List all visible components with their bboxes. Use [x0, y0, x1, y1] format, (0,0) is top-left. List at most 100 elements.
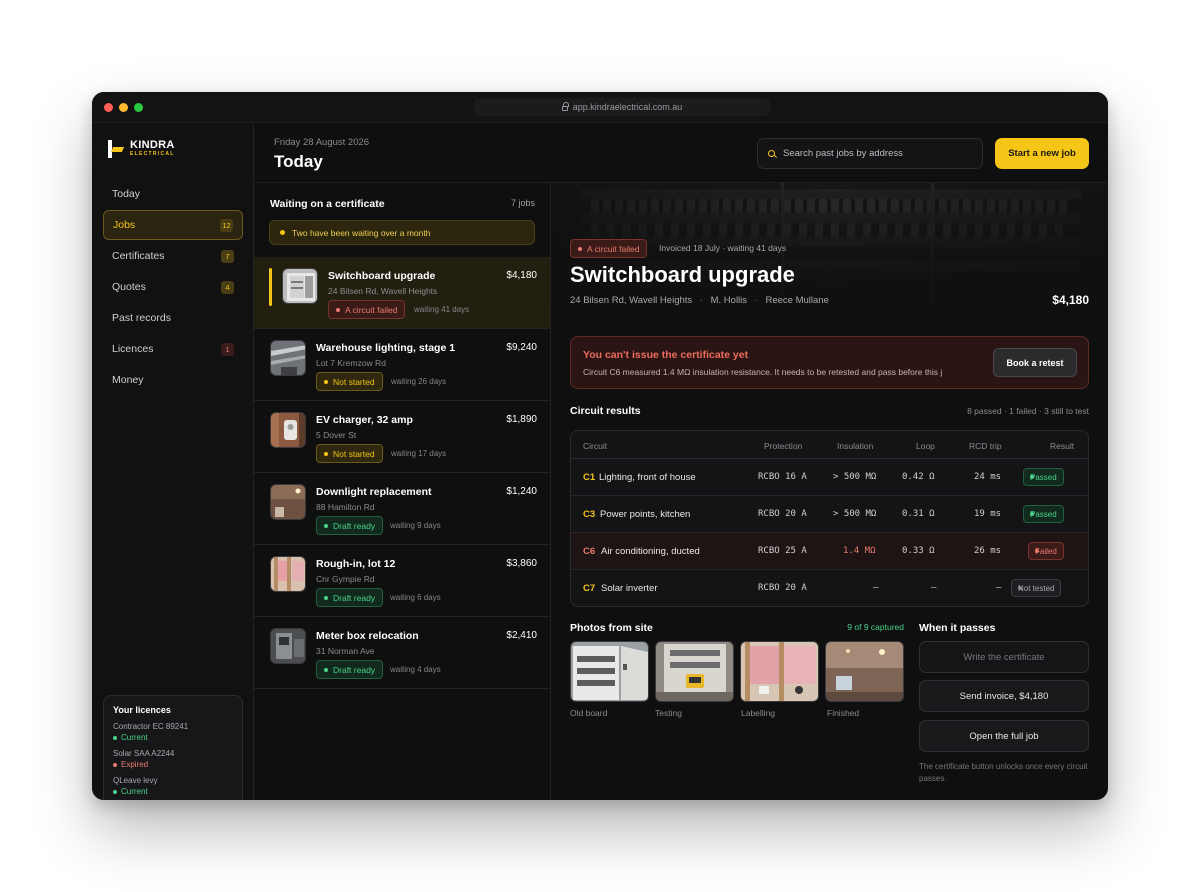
loop-value: —: [931, 583, 937, 593]
status-badge: Not started: [316, 372, 383, 391]
rcd-value: 24 ms: [974, 472, 1002, 482]
site-photo[interactable]: [825, 641, 904, 702]
waiting-banner: Two have been waiting over a month: [269, 220, 535, 245]
job-row-meter-box-relocation[interactable]: Meter box relocation 31 Norman Ave $2,41…: [254, 617, 550, 689]
when-it-passes-title: When it passes: [919, 622, 996, 634]
licence-status-text: Expired: [121, 760, 149, 769]
job-hero-image: A circuit failed Invoiced 18 July · wait…: [551, 183, 1108, 323]
protection-value: RCBO 25 A: [758, 546, 807, 556]
top-bar: Friday 28 August 2026 Today Search past …: [254, 123, 1108, 183]
search-icon: [768, 150, 775, 157]
protection-value: RCBO 20 A: [758, 583, 807, 593]
job-price: $2,410: [506, 630, 537, 641]
circuit-id: C7: [583, 583, 596, 594]
waiting-time: waiting 26 days: [391, 377, 447, 386]
licences-card[interactable]: Your licences Contractor EC 89241 Curren…: [103, 695, 243, 800]
address-bar[interactable]: app.kindraelectrical.com.au: [474, 98, 770, 116]
circuit-name: Power points, kitchen: [600, 509, 691, 520]
licence-status-text: Current: [121, 733, 148, 742]
sidebar: KINDRA ELECTRICAL Today Jobs 12 Certifica…: [92, 123, 254, 800]
count-badge: 12: [220, 218, 233, 232]
rcd-value: 26 ms: [974, 546, 1002, 556]
status-dot-icon: [1030, 475, 1034, 479]
licence-status: Current: [113, 733, 233, 742]
job-row-switchboard-upgrade[interactable]: Switchboard upgrade 24 Bilsen Rd, Wavell…: [254, 257, 550, 329]
sidebar-item-today[interactable]: Today: [103, 179, 243, 209]
loop-value: 0.31 Ω: [902, 509, 935, 519]
separator: ·: [699, 295, 703, 306]
site-photo[interactable]: [740, 641, 819, 702]
sidebar-item-quotes[interactable]: Quotes 4: [103, 272, 243, 302]
result-badge: Failed: [1028, 542, 1064, 560]
status-dot-icon: [113, 789, 117, 794]
waiting-time: waiting 41 days: [414, 305, 470, 314]
sidebar-item-past-records[interactable]: Past records: [103, 303, 243, 333]
status-badge: A circuit failed: [328, 300, 406, 319]
brand-logo[interactable]: KINDRA ELECTRICAL: [108, 140, 175, 158]
sidebar-item-money[interactable]: Money: [103, 365, 243, 395]
job-thumbnail: [270, 484, 306, 520]
status-dot-icon: [324, 667, 328, 672]
loop-value: 0.33 Ω: [902, 546, 935, 556]
sidebar-item-label: Licences: [112, 343, 154, 355]
status-text: Draft ready: [333, 520, 376, 531]
job-row-rough-in-lot-12[interactable]: Rough-in, lot 12 Cnr Gympie Rd $3,860 Dr…: [254, 545, 550, 617]
protection-value: RCBO 16 A: [758, 472, 807, 482]
circuit-results-table: Circuit Protection Insulation Loop RCD t…: [570, 430, 1089, 607]
sidebar-item-label: Jobs: [113, 219, 136, 231]
column-header: Loop: [916, 441, 935, 451]
table-header: Circuit Protection Insulation Loop RCD t…: [571, 431, 1088, 459]
sidebar-item-jobs[interactable]: Jobs 12: [103, 210, 243, 240]
job-title: Meter box relocation: [316, 630, 419, 642]
book-retest-button[interactable]: Book a retest: [993, 348, 1077, 377]
status-badge: Draft ready: [316, 516, 384, 535]
table-row[interactable]: C7 Solar inverter RCBO 20 A — — — Not te…: [571, 570, 1088, 606]
table-row[interactable]: C3 Power points, kitchen RCBO 20 A > 500…: [571, 496, 1088, 533]
site-photo[interactable]: [655, 641, 734, 702]
result-badge: Passed: [1023, 468, 1064, 486]
sidebar-item-label: Money: [112, 374, 144, 386]
status-text: Not started: [333, 448, 375, 459]
detail-status-badge: A circuit failed: [570, 239, 648, 258]
minimize-window-button[interactable]: [119, 103, 128, 112]
licence-status: Current: [113, 787, 233, 796]
current-date: Friday 28 August 2026: [274, 137, 370, 148]
column-header: Protection: [764, 441, 803, 451]
status-text: A circuit failed: [345, 304, 398, 315]
circuit-id: C3: [583, 509, 596, 520]
send-invoice-button[interactable]: Send invoice, $4,180: [919, 680, 1089, 712]
circuit-name: Solar inverter: [601, 583, 658, 594]
page-title: Today: [274, 152, 323, 171]
site-photo[interactable]: [570, 641, 649, 702]
open-full-job-button[interactable]: Open the full job: [919, 720, 1089, 752]
job-row-warehouse-lighting[interactable]: Warehouse lighting, stage 1 Lot 7 Kremzo…: [254, 329, 550, 401]
table-row[interactable]: C6 Air conditioning, ducted RCBO 25 A 1.…: [571, 533, 1088, 570]
table-row[interactable]: C1 Lighting, front of house RCBO 16 A > …: [571, 459, 1088, 496]
job-address: 24 Bilsen Rd, Wavell Heights: [570, 295, 693, 306]
job-address: Cnr Gympie Rd: [316, 574, 375, 584]
licence-name: Solar SAA A2244: [113, 749, 175, 758]
job-row-ev-charger[interactable]: EV charger, 32 amp 5 Dover St $1,890 Not…: [254, 401, 550, 473]
insulation-value: —: [873, 583, 879, 593]
insulation-value: 1.4 MΩ: [843, 546, 876, 556]
maximize-window-button[interactable]: [134, 103, 143, 112]
sidebar-item-licences[interactable]: Licences 1: [103, 334, 243, 364]
status-dot-icon: [324, 595, 328, 600]
circuit-id: C6: [583, 546, 596, 557]
kindra-logo-icon: [108, 140, 124, 158]
sidebar-item-certificates[interactable]: Certificates 7: [103, 241, 243, 271]
job-row-downlight-replacement[interactable]: Downlight replacement 88 Hamilton Rd $1,…: [254, 473, 550, 545]
search-input[interactable]: Search past jobs by address: [757, 138, 983, 169]
start-new-job-button[interactable]: Start a new job: [995, 138, 1089, 169]
column-header: RCD trip: [969, 441, 1002, 451]
job-address: 31 Norman Ave: [316, 646, 375, 656]
status-text: Not started: [333, 376, 375, 387]
list-header: Waiting on a certificate 7 jobs: [270, 198, 535, 210]
write-certificate-button[interactable]: Write the certificate: [919, 641, 1089, 673]
waiting-time: waiting 17 days: [391, 449, 447, 458]
circuit-name: Lighting, front of house: [599, 472, 696, 483]
close-window-button[interactable]: [104, 103, 113, 112]
job-thumbnail: [270, 628, 306, 664]
status-dot-icon: [578, 246, 582, 251]
licences-title: Your licences: [113, 705, 171, 715]
